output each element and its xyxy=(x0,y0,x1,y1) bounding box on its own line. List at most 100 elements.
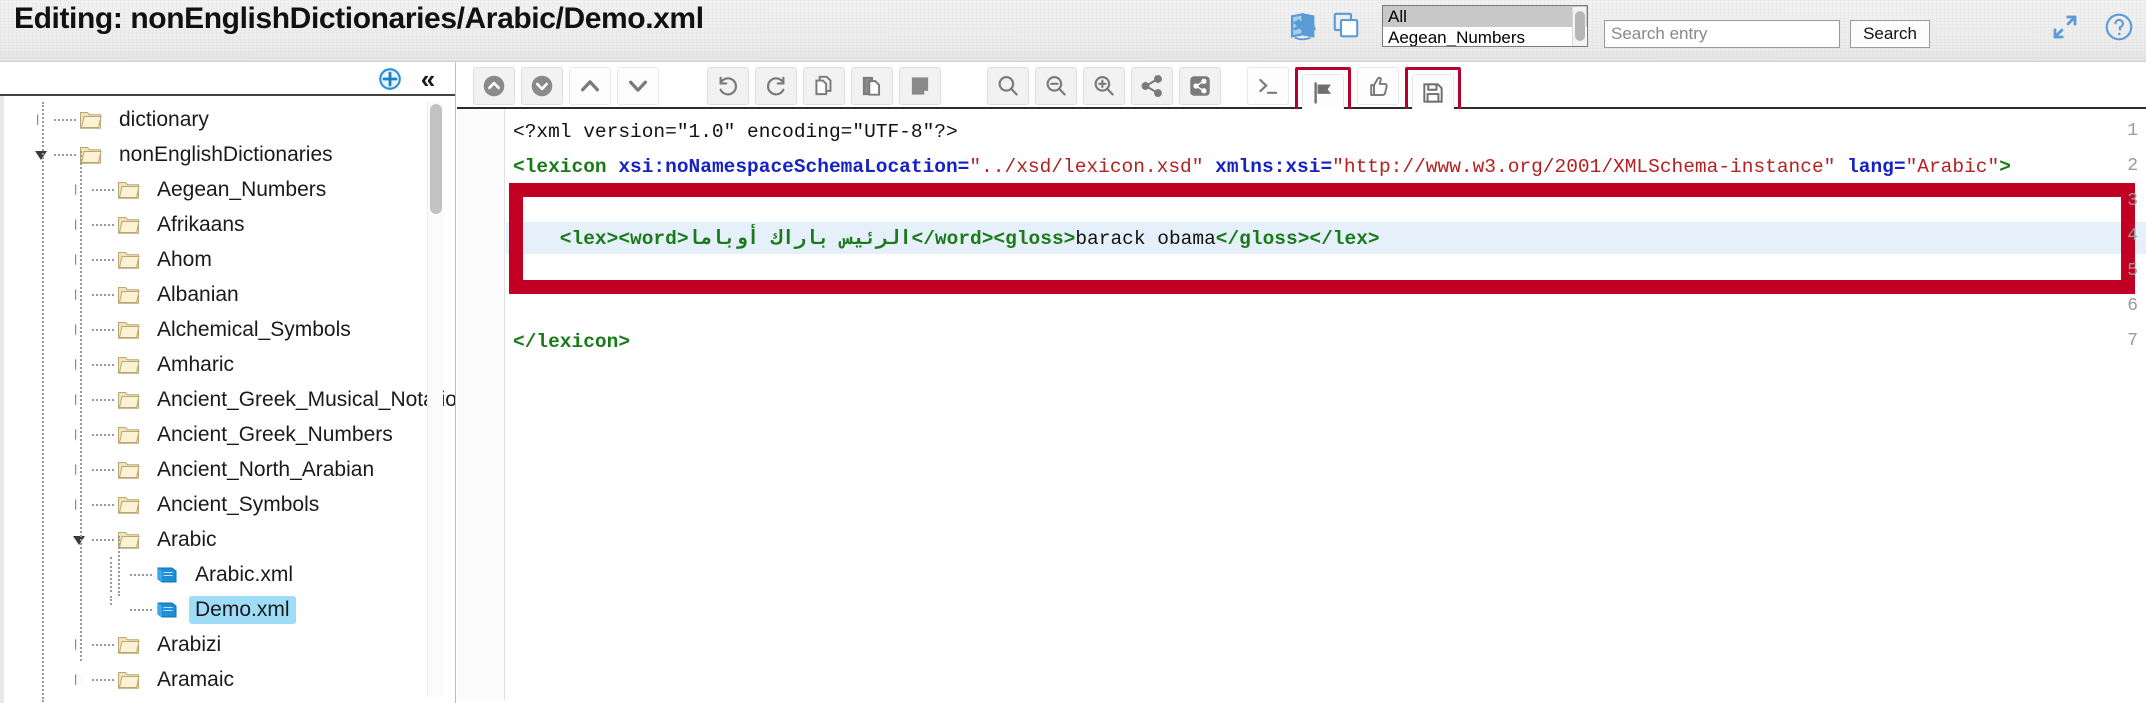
scrollbar-thumb[interactable] xyxy=(430,104,442,214)
flag-button[interactable] xyxy=(1302,74,1344,112)
code-token-plain: ?> xyxy=(934,121,958,143)
circle-chevron-up-icon xyxy=(481,73,507,99)
tree-folder-item[interactable]: Ancient_Symbols xyxy=(4,487,434,522)
duplicate-icon[interactable] xyxy=(1331,10,1361,40)
help-icon[interactable] xyxy=(2103,11,2135,43)
copy-icon xyxy=(811,73,837,99)
tree-connector-line xyxy=(92,643,114,646)
line-number: 4 xyxy=(2127,226,2138,246)
tree-folder-item[interactable]: Albanian xyxy=(4,277,434,312)
undo-button[interactable] xyxy=(707,67,749,105)
tree-connector-line xyxy=(130,573,152,576)
tree-folder-item[interactable]: Amharic xyxy=(4,347,434,382)
code-line[interactable]: <?xml version="1.0" encoding="UTF-8"?> xyxy=(513,121,958,143)
tree-connector-line xyxy=(92,328,114,331)
tree-connector-line xyxy=(92,503,114,506)
tree-folder-item[interactable]: Alchemical_Symbols xyxy=(4,312,434,347)
tree-file-item[interactable]: Demo.xml xyxy=(4,592,434,627)
code-line[interactable]: </lexicon> xyxy=(513,331,630,353)
share-filled-button[interactable] xyxy=(1179,67,1221,105)
tree-folder-item[interactable]: nonEnglishDictionaries xyxy=(4,137,434,172)
chevron-down-icon xyxy=(625,73,651,99)
note-button[interactable] xyxy=(899,67,941,105)
share-button[interactable] xyxy=(1131,67,1173,105)
zoom-out-button[interactable] xyxy=(1035,67,1077,105)
code-token-plain: "1.0" xyxy=(676,121,736,143)
search-button[interactable] xyxy=(987,67,1029,105)
folder-icon xyxy=(117,319,143,341)
magnifier-minus-icon xyxy=(1043,73,1069,99)
folder-icon xyxy=(79,109,105,131)
sidebar: « dictionary nonEnglishDictionaries Aegean… xyxy=(0,62,456,703)
language-option-all[interactable]: All xyxy=(1383,6,1587,27)
tree-folder-item[interactable]: Arabic xyxy=(4,522,434,557)
tree-item-label: Ancient_North_Arabian xyxy=(157,457,375,481)
page-title: Editing: nonEnglishDictionaries/Arabic/D… xyxy=(14,2,704,35)
folder-icon xyxy=(117,249,143,271)
move-up-button[interactable] xyxy=(569,67,611,105)
redo-button[interactable] xyxy=(755,67,797,105)
search-input[interactable] xyxy=(1604,20,1840,48)
tree-folder-item[interactable]: Aegean_Numbers xyxy=(4,172,434,207)
folder-icon xyxy=(117,354,143,376)
move-to-top-button[interactable] xyxy=(473,67,515,105)
tree-connector-line xyxy=(54,153,76,156)
save-button[interactable] xyxy=(1412,74,1454,112)
code-line[interactable]: <lexicon xsi:noNamespaceSchemaLocation="… xyxy=(513,156,2011,178)
language-filter-select[interactable]: All Aegean_Numbers xyxy=(1382,5,1588,47)
tree-item-label: Ahom xyxy=(157,247,212,271)
tree-folder-item[interactable]: Ancient_Greek_Numbers xyxy=(4,417,434,452)
folder-icon xyxy=(117,459,143,481)
tree-leaf-connector xyxy=(110,596,126,605)
note-icon xyxy=(907,73,933,99)
tree-folder-item[interactable]: Afrikaans xyxy=(4,207,434,242)
tree-item-label: Aegean_Numbers xyxy=(157,177,327,201)
toolbar-group-view xyxy=(987,67,1227,105)
tree-file-item[interactable]: Arabic.xml xyxy=(4,557,434,592)
expand-icon[interactable] xyxy=(2050,12,2080,42)
tree-folder-item[interactable]: Aramaic xyxy=(4,662,434,697)
language-option-aegean-numbers[interactable]: Aegean_Numbers xyxy=(1383,27,1587,46)
tree-connector-line xyxy=(92,293,114,296)
code-token-tag: <lex><word> xyxy=(513,228,689,250)
tree-folder-item[interactable]: Ancient_Greek_Musical_Notation xyxy=(4,382,455,417)
scrollbar-thumb[interactable] xyxy=(1575,11,1585,41)
xml-file-icon xyxy=(155,564,179,586)
tree-connector-line xyxy=(92,188,114,191)
collapse-sidebar-icon[interactable]: « xyxy=(411,65,445,93)
tree-connector-line xyxy=(54,118,76,121)
tree-folder-item[interactable]: dictionary xyxy=(4,102,434,137)
tree-item-label: Arabic.xml xyxy=(195,562,294,586)
move-to-bottom-button[interactable] xyxy=(521,67,563,105)
redo-icon xyxy=(763,73,789,99)
code-line[interactable]: <lex><word>الرئيس باراك أوباما</word><gl… xyxy=(513,226,1380,250)
sidebar-scrollbar[interactable] xyxy=(427,102,443,697)
folder-icon xyxy=(117,179,143,201)
undo-icon xyxy=(715,73,741,99)
tree-folder-item[interactable]: Arabizi xyxy=(4,627,434,662)
zoom-in-button[interactable] xyxy=(1083,67,1125,105)
language-select-scrollbar[interactable] xyxy=(1572,7,1586,46)
top-header-bar: Editing: nonEnglishDictionaries/Arabic/D… xyxy=(0,0,2146,62)
tree-folder-item[interactable]: Ancient_North_Arabian xyxy=(4,452,434,487)
translate-icon[interactable]: A 文 xyxy=(1288,9,1320,41)
tree-guide-line xyxy=(118,536,120,596)
code-editor[interactable]: 1 <?xml version="1.0" encoding="UTF-8"?> 2… xyxy=(457,109,2146,701)
search-button[interactable]: Search xyxy=(1850,20,1930,48)
tree-item-label: Afrikaans xyxy=(157,212,245,236)
add-entry-icon[interactable] xyxy=(377,66,403,92)
terminal-button[interactable] xyxy=(1247,67,1289,105)
copy-button[interactable] xyxy=(803,67,845,105)
tree-item-label: Ancient_Symbols xyxy=(157,492,320,516)
line-number: 3 xyxy=(2127,191,2138,211)
paste-button[interactable] xyxy=(851,67,893,105)
move-down-button[interactable] xyxy=(617,67,659,105)
tree-expand-closed-icon[interactable] xyxy=(72,672,88,688)
approve-button[interactable] xyxy=(1357,67,1399,105)
tree-item-label: Demo.xml xyxy=(189,595,296,624)
code-token-str: "Arabic" xyxy=(1905,156,2000,178)
tree-folder-item[interactable]: Ahom xyxy=(4,242,434,277)
toolbar-group-navigation xyxy=(473,67,665,105)
floppy-disk-icon xyxy=(1420,80,1446,106)
tree-item-label: Arabic xyxy=(157,527,217,551)
